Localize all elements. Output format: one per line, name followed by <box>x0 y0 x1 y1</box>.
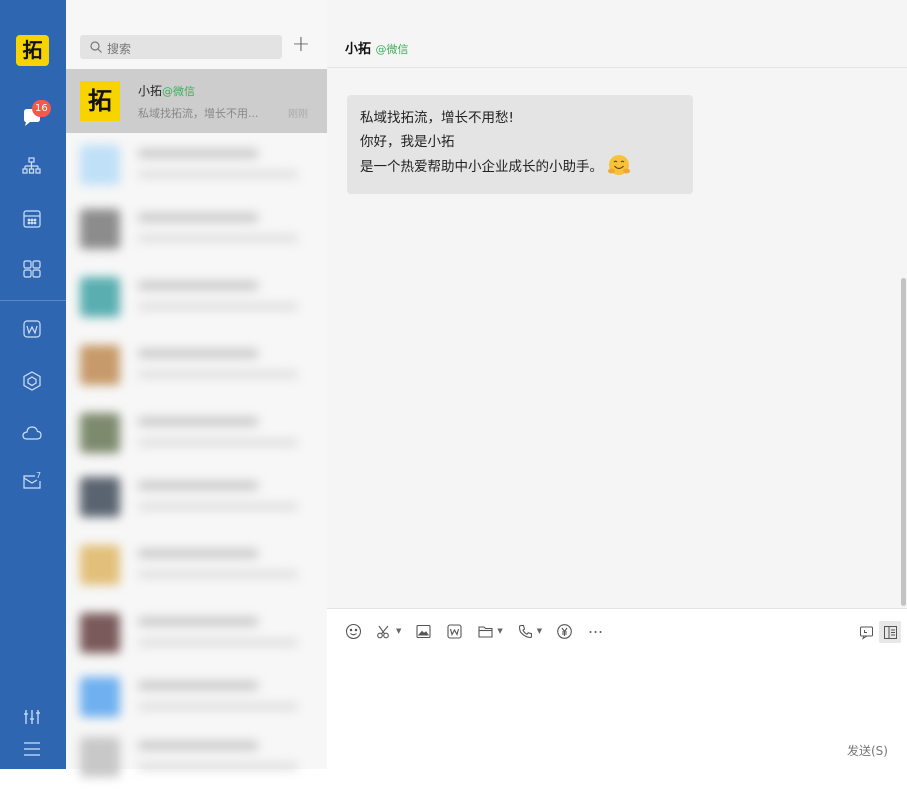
word-doc-icon[interactable] <box>446 623 463 640</box>
chat-title: 小拓 @微信 <box>345 38 409 57</box>
message-line: 私域找拓流，增长不用愁! <box>360 110 514 126</box>
list-item[interactable] <box>66 333 327 397</box>
sidebar-panel-icon[interactable] <box>879 621 901 643</box>
message-line: 是一个热爱帮助中小企业成长的小助手。 <box>360 154 680 179</box>
avatar: 拓 <box>80 81 120 121</box>
scissors-icon[interactable]: ▼ <box>376 623 401 640</box>
search-input[interactable]: 搜索 <box>80 35 282 59</box>
hugging-face-icon <box>607 154 631 176</box>
list-item[interactable] <box>66 265 327 329</box>
folder-icon[interactable]: ▼ <box>477 623 503 640</box>
cloud-icon[interactable] <box>21 422 43 444</box>
input-toolbar: ▼ ▼ ▼ <box>345 621 618 641</box>
add-button[interactable]: + <box>290 34 312 58</box>
message-line: 你好，我是小拓 <box>360 134 455 150</box>
calendar-icon[interactable] <box>21 208 43 230</box>
message-preview: 私域找拓流，增长不用... <box>138 107 259 120</box>
search-placeholder: 搜索 <box>107 42 132 56</box>
search-icon <box>90 41 102 53</box>
chat-header: 小拓 @微信 <box>327 0 907 68</box>
image-icon[interactable] <box>415 623 432 640</box>
input-right-tools <box>853 621 901 643</box>
apps-grid-icon[interactable] <box>21 258 43 280</box>
chat-scrollbar[interactable] <box>901 278 906 606</box>
phone-icon[interactable]: ▼ <box>517 623 542 640</box>
message-bubble[interactable]: 私域找拓流，增长不用愁! 你好，我是小拓 是一个热爱帮助中小企业成长的小助手。 <box>347 95 693 194</box>
word-doc-icon[interactable] <box>21 318 43 340</box>
message-history-icon[interactable] <box>855 621 877 643</box>
chat-panel: 小拓 @微信 私域找拓流，增长不用愁! 你好，我是小拓 是一个热爱帮助中小企业成… <box>327 0 907 769</box>
conversation-name: 小拓@微信 <box>138 82 195 99</box>
list-item[interactable] <box>66 725 327 789</box>
conversation-list-panel: 搜索 + 拓 小拓@微信 私域找拓流，增长不用... 刚刚 <box>66 0 327 777</box>
message-input-area[interactable]: ▼ ▼ ▼ 发送(S) <box>327 608 907 769</box>
settings-sliders-icon[interactable] <box>21 706 43 728</box>
conversation-item-active[interactable]: 拓 小拓@微信 私域找拓流，增长不用... 刚刚 <box>66 69 327 133</box>
yuan-icon[interactable] <box>556 623 573 640</box>
more-icon[interactable] <box>587 623 604 640</box>
list-item[interactable] <box>66 133 327 197</box>
org-chart-icon[interactable] <box>21 156 43 178</box>
send-button[interactable]: 发送(S) <box>847 742 888 759</box>
emoji-icon[interactable] <box>345 623 362 640</box>
list-item[interactable] <box>66 197 327 261</box>
mail-icon[interactable]: 7 <box>21 470 43 492</box>
contact-name: 小拓 <box>138 84 163 98</box>
list-item[interactable] <box>66 533 327 597</box>
unread-badge: 16 <box>32 100 51 117</box>
chat-contact-name: 小拓 <box>345 42 372 57</box>
list-item[interactable] <box>66 665 327 729</box>
message-line-text: 是一个热爱帮助中小企业成长的小助手。 <box>360 159 603 175</box>
source-tag: @微信 <box>162 85 196 98</box>
svg-text:7: 7 <box>36 471 41 480</box>
app-logo[interactable]: 拓 <box>16 35 49 66</box>
menu-icon[interactable] <box>21 738 43 760</box>
hexagon-icon[interactable] <box>21 370 43 392</box>
list-item[interactable] <box>66 401 327 465</box>
message-time: 刚刚 <box>288 109 308 120</box>
list-item[interactable] <box>66 601 327 665</box>
rail-divider <box>0 300 66 301</box>
chat-source-tag: @微信 <box>375 43 409 56</box>
left-navigation-rail: 拓 16 7 <box>0 0 66 769</box>
list-item[interactable] <box>66 465 327 529</box>
